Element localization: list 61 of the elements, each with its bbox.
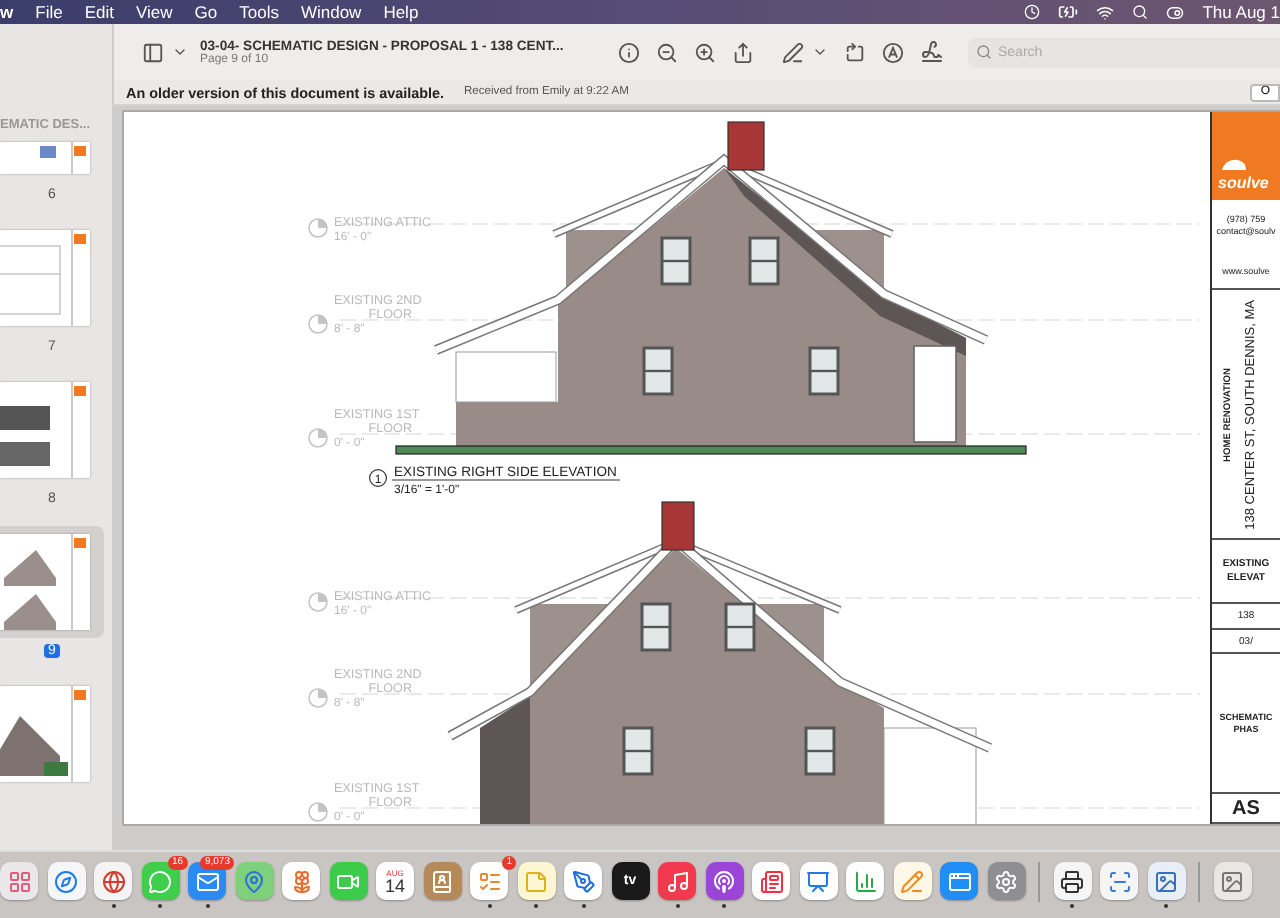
share-icon[interactable] <box>732 41 754 63</box>
sidebar-icon[interactable] <box>142 41 164 63</box>
page-thumbnail <box>0 534 90 630</box>
level-marker-icon <box>308 592 328 612</box>
chat-bubble-icon[interactable] <box>141 862 179 900</box>
calendar-day: 14 <box>384 877 405 895</box>
page-thumbnail <box>0 230 90 326</box>
bar-chart-icon[interactable] <box>846 862 884 900</box>
podcast-icon[interactable] <box>705 862 743 900</box>
picture-icon[interactable] <box>1213 862 1251 900</box>
chevron-down-icon[interactable] <box>812 44 828 60</box>
battery-icon[interactable] <box>1058 2 1079 22</box>
pen-icon[interactable] <box>782 41 804 63</box>
page-thumbnail <box>0 142 90 174</box>
contacts-icon[interactable] <box>423 862 461 900</box>
logo-icon <box>1218 154 1250 174</box>
app-menu[interactable]: w <box>0 2 14 22</box>
menu-item[interactable]: Window <box>300 2 362 22</box>
pencil-icon[interactable] <box>893 862 931 900</box>
zoom-out-icon[interactable] <box>656 41 678 63</box>
level-marker-icon <box>308 688 328 708</box>
printer-icon[interactable] <box>1053 862 1091 900</box>
page-thumbnail-frame[interactable] <box>0 526 104 638</box>
compass-icon[interactable] <box>47 862 85 900</box>
rotate-icon[interactable] <box>844 41 866 63</box>
music-note-icon[interactable] <box>658 862 696 900</box>
settings-icon[interactable] <box>987 862 1025 900</box>
control-center-icon[interactable] <box>1166 3 1185 21</box>
browser-icon[interactable] <box>94 862 132 900</box>
menu-bar-clock[interactable]: Thu Aug 1 <box>1202 2 1280 22</box>
signature-icon[interactable] <box>920 40 944 64</box>
menu-item[interactable]: Edit <box>84 2 114 22</box>
newspaper-icon[interactable] <box>752 862 790 900</box>
brand-name: soulve <box>1218 174 1269 192</box>
level-marker-icon <box>308 218 328 238</box>
app-grid-icon[interactable] <box>0 862 38 900</box>
markup-icon[interactable] <box>882 41 904 63</box>
video-camera-icon[interactable] <box>329 862 367 900</box>
presentation-icon[interactable] <box>799 862 837 900</box>
menu-item[interactable]: Tools <box>239 2 279 22</box>
level-marker-icon <box>308 428 328 448</box>
search-icon[interactable] <box>1132 4 1149 20</box>
menu-item[interactable]: File <box>35 2 63 22</box>
clock-icon[interactable] <box>1024 4 1041 20</box>
scanner-icon[interactable] <box>1100 862 1138 900</box>
sheet-number: AS <box>1232 797 1260 819</box>
map-icon[interactable] <box>235 862 273 900</box>
pen-icon[interactable] <box>564 862 602 900</box>
chevron-down-icon[interactable] <box>172 44 188 60</box>
page-thumbnail <box>0 382 90 478</box>
level-marker-icon <box>308 314 328 334</box>
picture-icon[interactable] <box>1147 862 1185 900</box>
wifi-icon[interactable] <box>1096 3 1115 21</box>
page-thumbnail <box>0 686 90 782</box>
info-icon[interactable] <box>618 41 640 63</box>
menu-item[interactable]: Go <box>194 2 218 22</box>
menu-item[interactable]: Help <box>383 2 419 22</box>
zoom-in-icon[interactable] <box>694 41 716 63</box>
menu-item[interactable]: View <box>135 2 173 22</box>
flower-icon[interactable] <box>282 862 320 900</box>
checklist-icon[interactable] <box>470 862 508 900</box>
